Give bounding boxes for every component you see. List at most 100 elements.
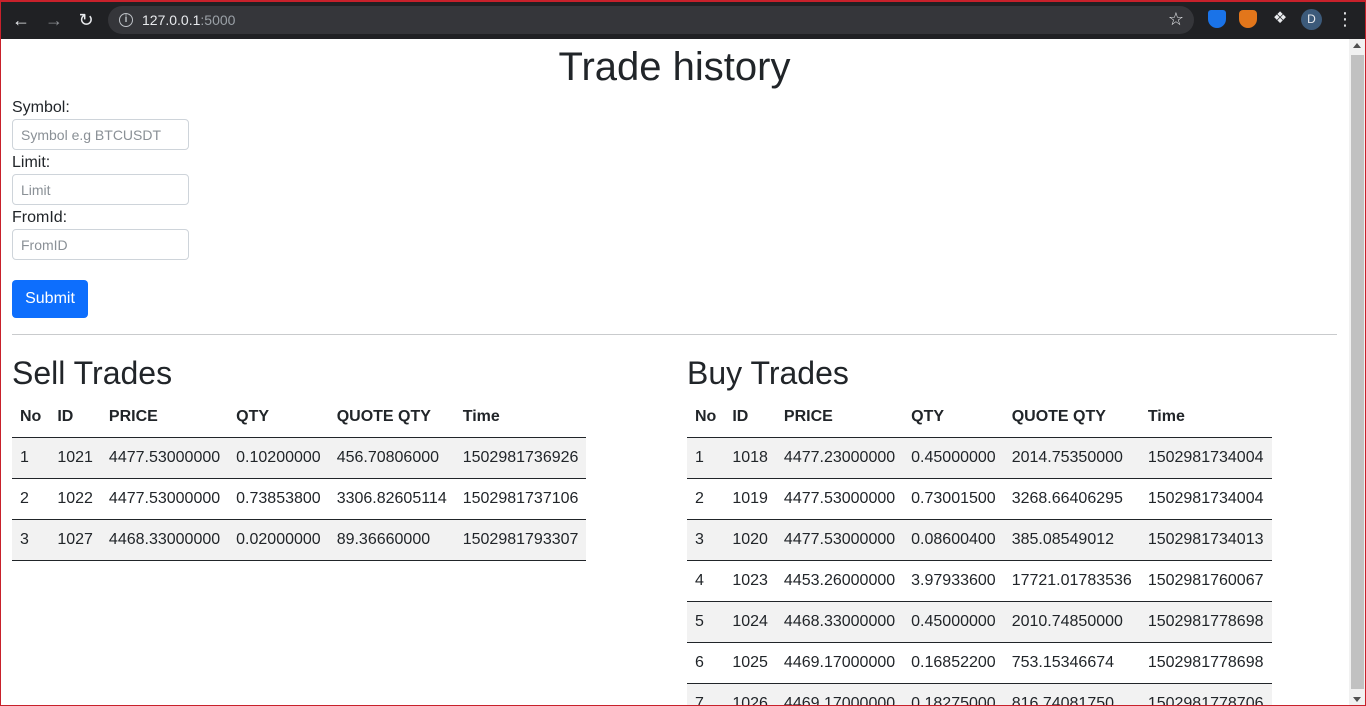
table-cell: 4468.33000000 [775, 601, 904, 643]
fromid-input[interactable] [12, 229, 189, 260]
sell-trades-table: No ID PRICE QTY QUOTE QTY Time 1 1021 4477.5300… [12, 397, 587, 561]
site-info-icon[interactable]: i [119, 13, 133, 27]
table-row: 5 1024 4468.33000000 0.45000000 2010.7485000… [687, 601, 1272, 643]
table-cell: 1502981760067 [1139, 560, 1272, 602]
reload-icon[interactable]: ↻ [74, 8, 98, 32]
column-header: ID [724, 397, 776, 438]
buy-table-header: No ID PRICE QTY QUOTE QTY Time [687, 397, 1272, 438]
scroll-up-icon[interactable] [1353, 43, 1361, 48]
symbol-input[interactable] [12, 119, 189, 150]
table-cell: 1018 [724, 437, 776, 479]
table-cell: 0.10200000 [228, 437, 329, 479]
table-cell: 1502981736926 [454, 437, 587, 479]
sell-table-header: No ID PRICE QTY QUOTE QTY Time [12, 397, 587, 438]
page-content: Trade history Symbol: Limit: FromId: Sub… [0, 39, 1349, 706]
table-cell: 1502981793307 [454, 519, 587, 561]
table-row: 3 1020 4477.53000000 0.08600400 385.08549012… [687, 519, 1272, 561]
column-header: Time [454, 397, 587, 438]
bookmark-star-icon[interactable]: ☆ [1168, 9, 1184, 30]
table-cell: 1023 [724, 560, 776, 602]
scrollbar-thumb[interactable] [1351, 55, 1364, 689]
table-cell: 4477.53000000 [775, 519, 904, 561]
table-cell: 1026 [724, 683, 776, 706]
table-cell: 3 [12, 519, 50, 561]
url-port: :5000 [200, 12, 236, 28]
extension-shield-icon[interactable] [1208, 10, 1226, 28]
column-header: QTY [903, 397, 1004, 438]
table-cell: 4468.33000000 [100, 519, 229, 561]
table-cell: 1502981778706 [1139, 683, 1272, 706]
table-cell: 2010.74850000 [1003, 601, 1140, 643]
table-cell: 1502981778698 [1139, 601, 1272, 643]
table-cell: 1024 [724, 601, 776, 643]
table-cell: 1502981734004 [1139, 437, 1272, 479]
table-cell: 1 [687, 437, 725, 479]
limit-label: Limit: [12, 154, 51, 171]
table-cell: 0.73853800 [228, 478, 329, 520]
column-header: Time [1139, 397, 1272, 438]
sell-trades-title: Sell Trades [12, 355, 173, 391]
table-cell: 89.36660000 [328, 519, 455, 561]
browser-menu-icon[interactable]: ⋮ [1336, 8, 1354, 30]
address-bar[interactable]: i 127.0.0.1:5000 ☆ [108, 6, 1194, 34]
table-cell: 7 [687, 683, 725, 706]
table-cell: 2 [687, 478, 725, 520]
table-row: 4 1023 4453.26000000 3.97933600 17721.017835… [687, 560, 1272, 602]
table-row: 7 1026 4469.17000000 0.18275000 816.74081750… [687, 683, 1272, 706]
table-row: 2 1022 4477.53000000 0.73853800 3306.8260511… [12, 478, 587, 520]
table-cell: 1019 [724, 478, 776, 520]
table-cell: 3268.66406295 [1003, 478, 1140, 520]
page-title: Trade history [558, 45, 791, 89]
address-url[interactable]: 127.0.0.1:5000 [142, 12, 235, 28]
table-cell: 3306.82605114 [328, 478, 455, 520]
column-header: No [12, 397, 50, 438]
column-header: PRICE [100, 397, 229, 438]
forward-arrow-icon[interactable]: → [42, 8, 66, 32]
fromid-label: FromId: [12, 209, 68, 226]
profile-avatar[interactable]: D [1301, 9, 1322, 30]
table-cell: 1502981778698 [1139, 642, 1272, 684]
table-cell: 17721.01783536 [1003, 560, 1140, 602]
table-cell: 1025 [724, 642, 776, 684]
table-cell: 2014.75350000 [1003, 437, 1140, 479]
table-cell: 0.16852200 [903, 642, 1004, 684]
table-cell: 4477.23000000 [775, 437, 904, 479]
submit-button[interactable]: Submit [12, 280, 88, 318]
table-row: 6 1025 4469.17000000 0.16852200 753.15346674… [687, 642, 1272, 684]
table-cell: 456.70806000 [328, 437, 455, 479]
browser-toolbar: ← → ↻ i 127.0.0.1:5000 ☆ ❖ D ⋮ [0, 0, 1366, 39]
table-row: 1 1018 4477.23000000 0.45000000 2014.7535000… [687, 437, 1272, 479]
back-arrow-icon[interactable]: ← [9, 8, 33, 32]
buy-trades-title: Buy Trades [687, 355, 849, 391]
column-header: ID [49, 397, 101, 438]
buy-table-body: 1 1018 4477.23000000 0.45000000 2014.7535000… [687, 437, 1272, 706]
table-cell: 4477.53000000 [100, 478, 229, 520]
scroll-down-icon[interactable] [1353, 697, 1361, 702]
table-row: 2 1019 4477.53000000 0.73001500 3268.6640629… [687, 478, 1272, 520]
table-cell: 1502981737106 [454, 478, 587, 520]
table-cell: 4453.26000000 [775, 560, 904, 602]
table-cell: 4469.17000000 [775, 642, 904, 684]
table-row: 1 1021 4477.53000000 0.10200000 456.70806000… [12, 437, 587, 479]
extension-fox-icon[interactable] [1239, 10, 1257, 28]
table-cell: 753.15346674 [1003, 642, 1140, 684]
table-cell: 0.45000000 [903, 601, 1004, 643]
buy-trades-table: No ID PRICE QTY QUOTE QTY Time 1 1018 4477.2300… [687, 397, 1272, 706]
table-cell: 4469.17000000 [775, 683, 904, 706]
table-cell: 1502981734013 [1139, 519, 1272, 561]
table-cell: 1022 [49, 478, 101, 520]
extensions-puzzle-icon[interactable]: ❖ [1271, 10, 1289, 28]
url-host: 127.0.0.1 [142, 12, 201, 28]
limit-input[interactable] [12, 174, 189, 205]
table-cell: 2 [12, 478, 50, 520]
table-cell: 1020 [724, 519, 776, 561]
table-cell: 385.08549012 [1003, 519, 1140, 561]
table-cell: 4477.53000000 [100, 437, 229, 479]
table-cell: 0.18275000 [903, 683, 1004, 706]
tab-strip-edge [0, 0, 1366, 2]
table-cell: 6 [687, 642, 725, 684]
page-scrollbar[interactable] [1349, 39, 1366, 706]
table-cell: 0.73001500 [903, 478, 1004, 520]
section-divider [12, 334, 1337, 335]
table-cell: 1502981734004 [1139, 478, 1272, 520]
